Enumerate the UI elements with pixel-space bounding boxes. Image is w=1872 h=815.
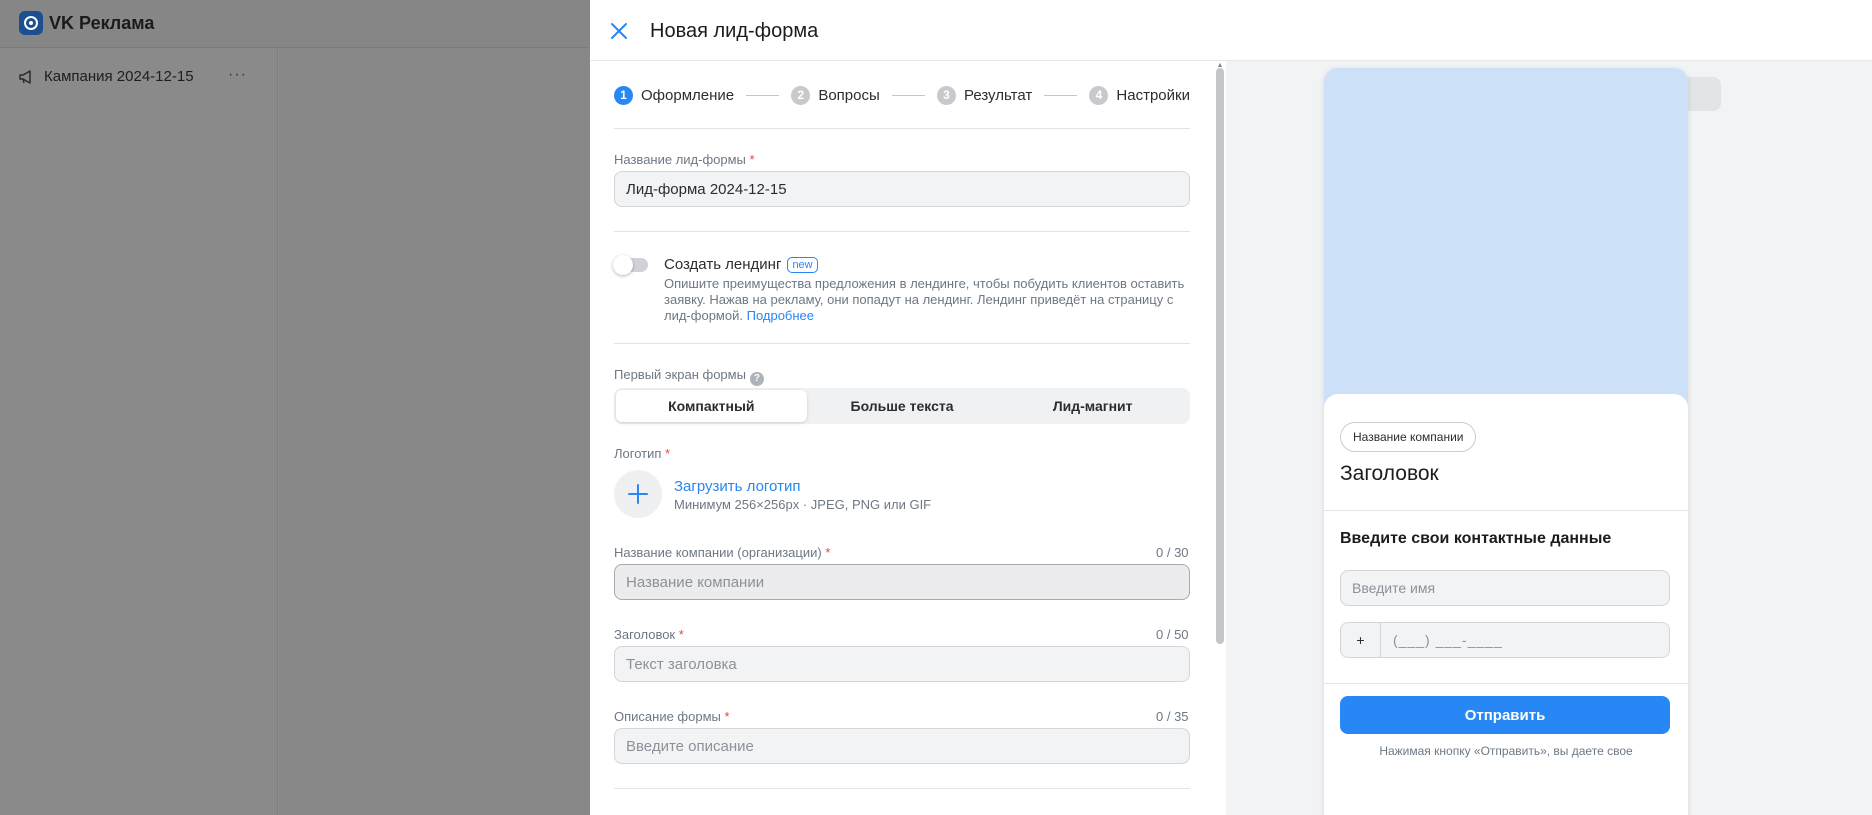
headline-input[interactable]: Текст заголовка: [614, 646, 1190, 682]
drawer-header: Новая лид-форма: [590, 0, 1872, 61]
campaign-sidebar: [0, 48, 278, 815]
plus-icon: [628, 484, 648, 504]
preview-headline: Заголовок: [1340, 462, 1439, 485]
company-name-input[interactable]: Название компании: [614, 564, 1190, 600]
company-chip: Название компании: [1340, 422, 1477, 452]
campaign-item[interactable]: Кампания 2024-12-15: [18, 68, 194, 85]
contact-title: Введите свои контактные данные: [1340, 530, 1612, 547]
option-lead-magnet[interactable]: Лид-магнит: [997, 390, 1188, 422]
phone-prefix[interactable]: +: [1341, 623, 1381, 657]
upload-logo-link[interactable]: Загрузить логотип: [674, 478, 800, 495]
first-screen-selector: Компактный Больше текста Лид-магнит: [614, 388, 1190, 424]
option-compact[interactable]: Компактный: [616, 390, 807, 422]
campaign-name: Кампания 2024-12-15: [44, 68, 194, 85]
close-icon[interactable]: [606, 18, 632, 44]
first-screen-label: Первый экран формы?: [614, 367, 764, 386]
consent-text: Нажимая кнопку «Отправить», вы даете сво…: [1379, 744, 1633, 758]
preview-name-input[interactable]: Введите имя: [1340, 570, 1670, 606]
description-input[interactable]: Введите описание: [614, 728, 1190, 764]
logo-label: Логотип *: [614, 446, 671, 461]
company-label: Название компании (организации) *: [614, 545, 831, 560]
cover-image: [1324, 68, 1688, 408]
brand-name: VK Реклама: [49, 13, 155, 33]
upload-logo-button[interactable]: [614, 470, 662, 518]
phone-mask: (___) ___-____: [1393, 632, 1503, 648]
new-badge: new: [787, 256, 818, 273]
help-icon[interactable]: ?: [749, 371, 764, 386]
option-more-text[interactable]: Больше текста: [807, 390, 998, 422]
submit-button[interactable]: Отправить: [1340, 696, 1670, 734]
landing-toggle[interactable]: [613, 255, 648, 275]
stepper: 1 Оформление 2 Вопросы 3 Результат 4 Нас…: [614, 84, 1190, 106]
landing-more-link[interactable]: Подробнее: [747, 308, 814, 323]
upload-logo-hint: Минимум 256×256px · JPEG, PNG или GIF: [674, 497, 932, 512]
phone-preview: Название компании Заголовок Введите свои…: [1324, 68, 1688, 815]
description-label: Описание формы *: [614, 709, 730, 724]
step-questions[interactable]: 2 Вопросы: [791, 85, 880, 105]
step-result[interactable]: 3 Результат: [936, 85, 1032, 105]
landing-title: Создать лендинг new: [664, 256, 818, 273]
lead-form-drawer: Новая лид-форма ▲ 1 Оформление 2 Вопросы…: [590, 0, 1872, 815]
campaign-menu-icon[interactable]: ···: [228, 66, 247, 84]
drawer-title: Новая лид-форма: [650, 20, 819, 42]
form-sheet: Название компании Заголовок Введите свои…: [1324, 394, 1688, 815]
step-settings[interactable]: 4 Настройки: [1089, 85, 1190, 105]
form-name-input[interactable]: Лид-форма 2024-12-15: [614, 171, 1190, 207]
vk-ads-logo-icon: [19, 11, 43, 35]
megaphone-icon: [19, 69, 31, 84]
main-area: [279, 48, 590, 815]
form-name-label: Название лид-формы *: [614, 152, 755, 167]
step-design[interactable]: 1 Оформление: [614, 85, 734, 105]
headline-label: Заголовок *: [614, 627, 684, 642]
landing-description: Опишите преимущества предложения в ленди…: [664, 276, 1185, 323]
preview-phone-input[interactable]: + (___) ___-____: [1340, 622, 1670, 658]
